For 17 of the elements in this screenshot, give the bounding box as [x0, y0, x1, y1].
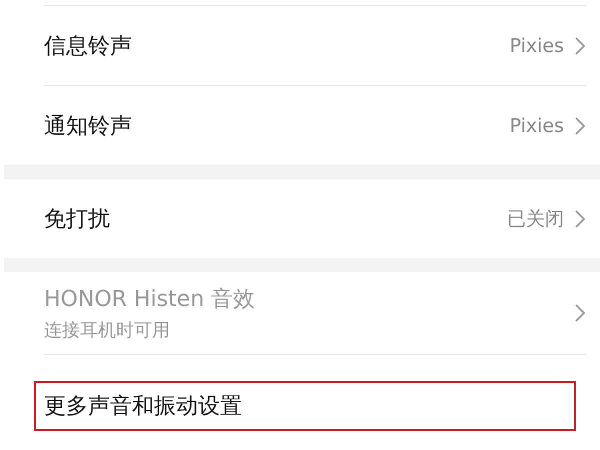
chevron-icon	[574, 116, 586, 136]
row-title: 免打扰	[44, 206, 111, 234]
row-title: HONOR Histen 音效	[44, 286, 256, 314]
settings-row[interactable]: 通知铃声 Pixies	[44, 86, 586, 165]
chevron-icon	[574, 303, 586, 323]
row-value: Pixies	[510, 34, 564, 56]
chevron-icon	[574, 208, 586, 228]
row-value: 已关闭	[507, 206, 564, 232]
row-title: 信息铃声	[44, 32, 133, 60]
settings-row[interactable]: 信息铃声 Pixies	[44, 6, 586, 86]
row-title: 更多声音和振动设置	[44, 393, 243, 421]
chevron-icon	[574, 36, 586, 56]
row-value: Pixies	[510, 114, 564, 136]
row-title: 通知铃声	[44, 112, 133, 140]
row-subtitle: 连接耳机时可用	[44, 319, 171, 342]
settings-row[interactable]: 更多声音和振动设置	[44, 355, 586, 449]
settings-row[interactable]: 免打扰 已关闭	[44, 179, 586, 258]
